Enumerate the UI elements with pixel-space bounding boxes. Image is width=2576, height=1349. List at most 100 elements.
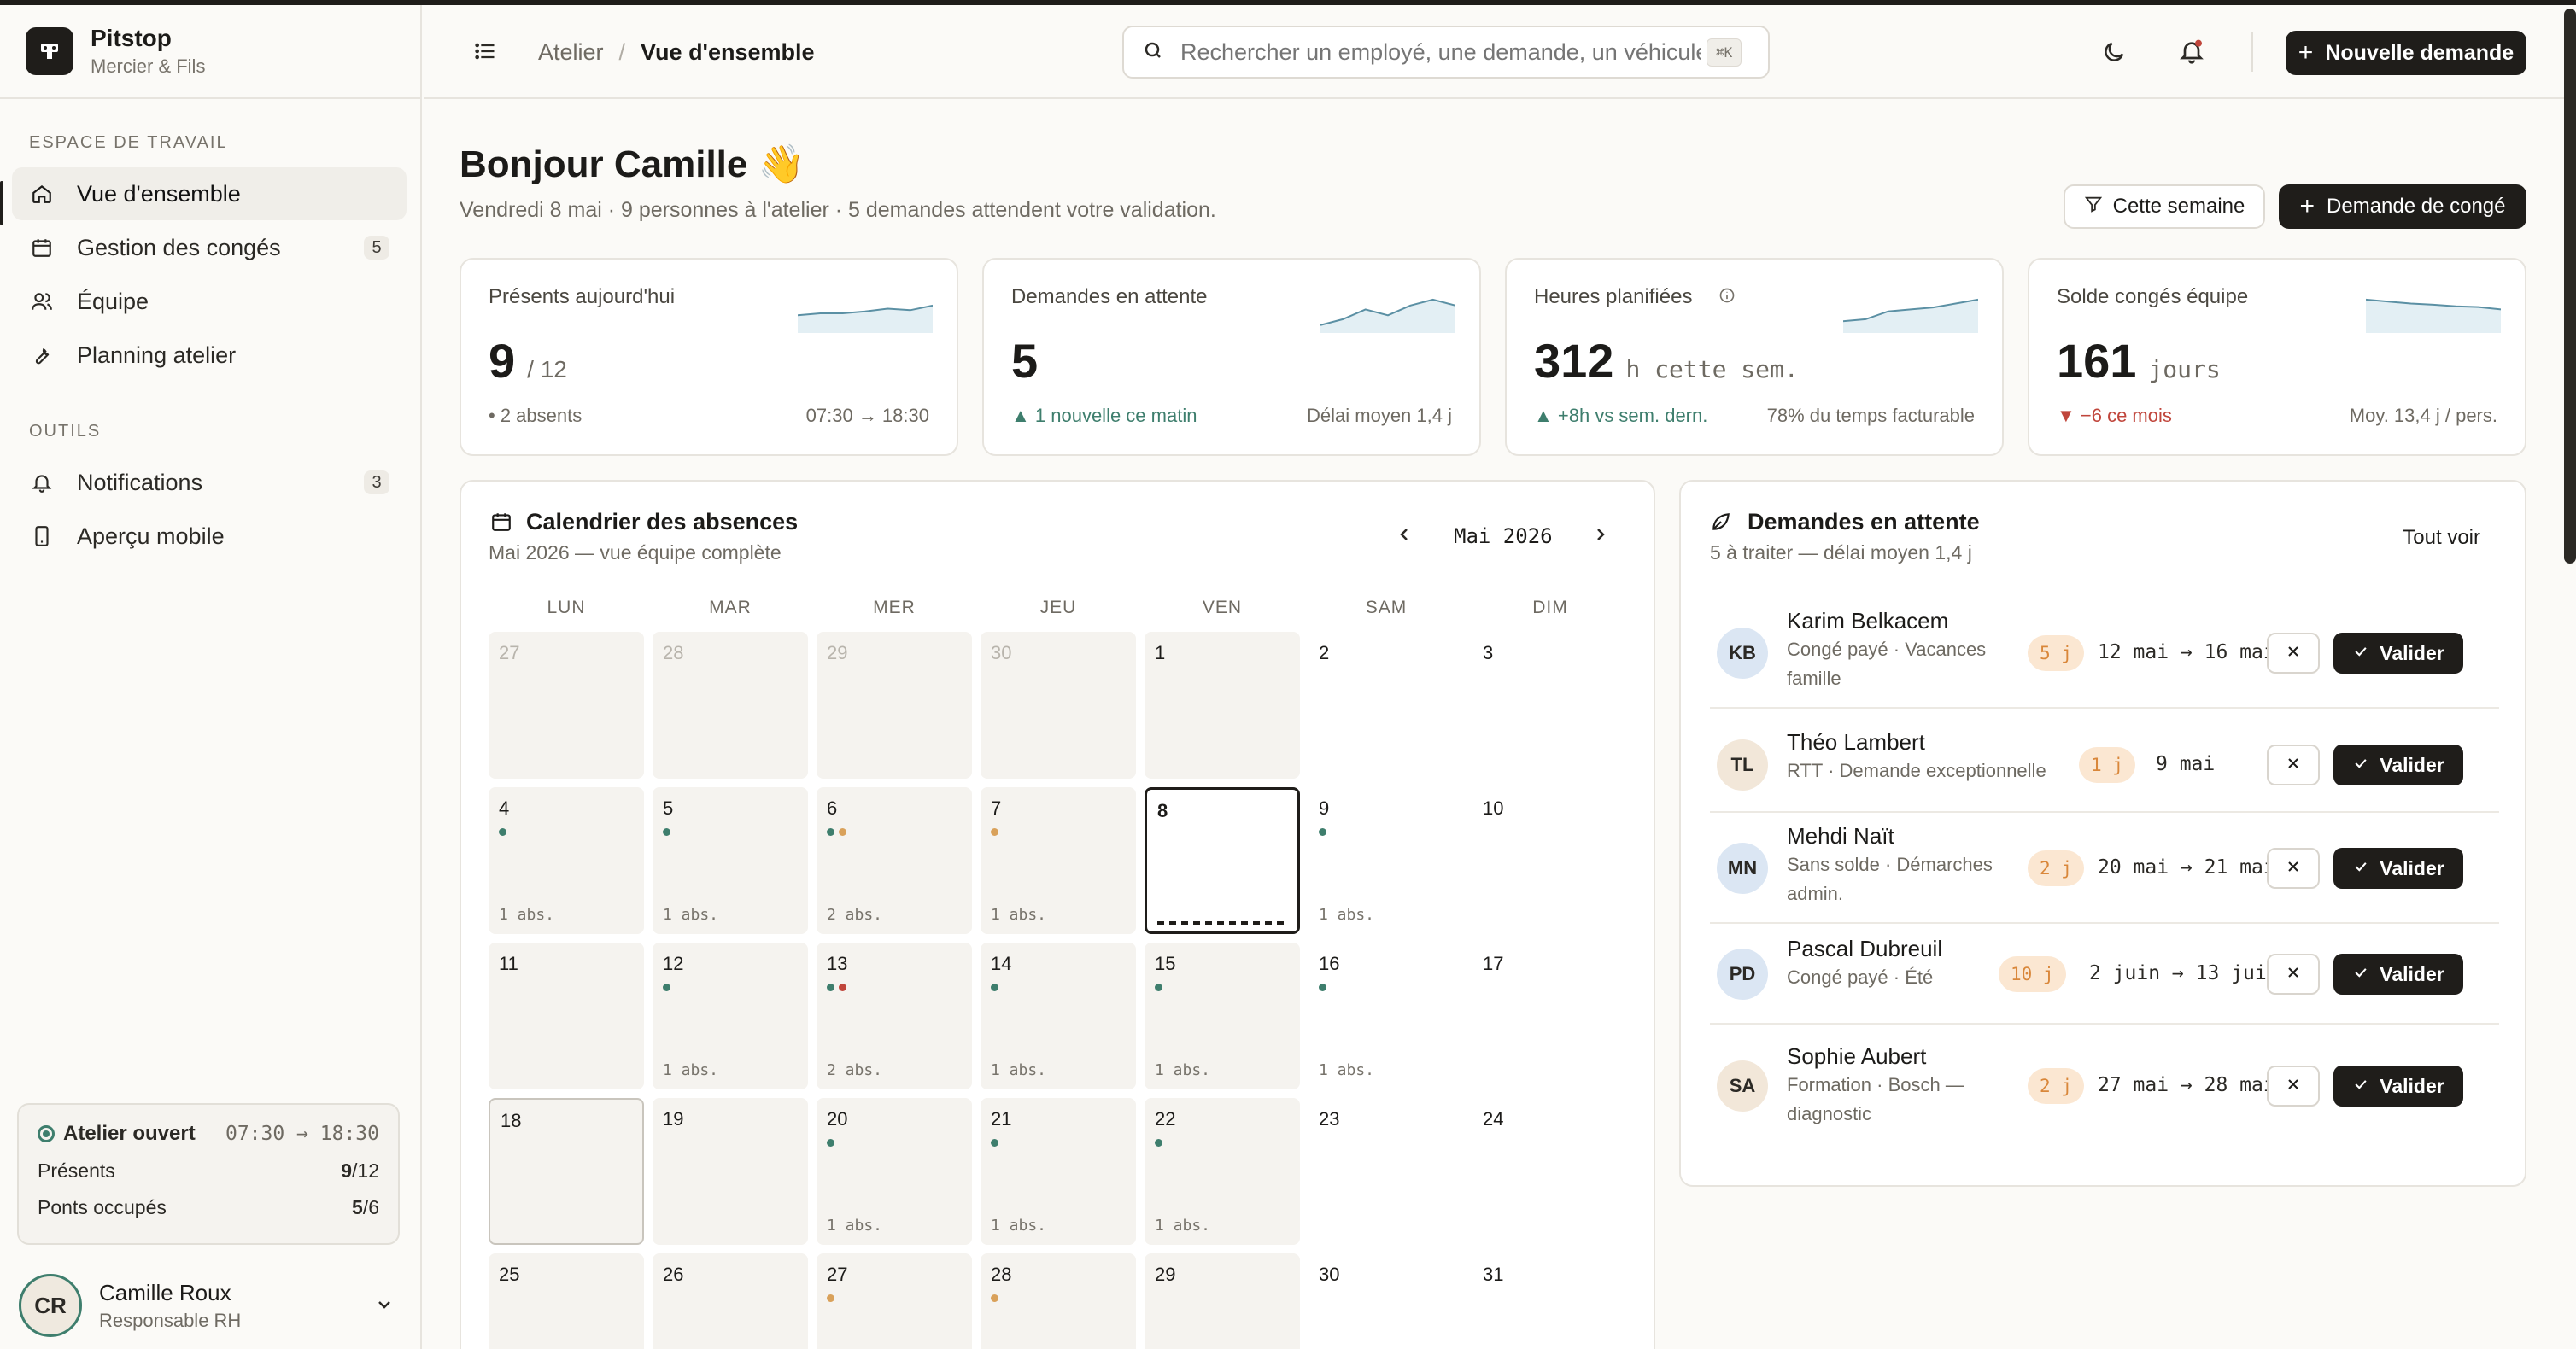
kpi-value: 5 <box>1011 334 1039 388</box>
calendar-day[interactable]: 30 <box>1308 1253 1464 1349</box>
calendar-day[interactable]: 28 <box>653 632 808 779</box>
calendar-day[interactable]: 29 <box>1145 1253 1300 1349</box>
absence-dots <box>991 1294 1126 1302</box>
breadcrumb-parent[interactable]: Atelier <box>538 39 604 66</box>
info-icon[interactable] <box>1718 287 1736 308</box>
day-number: 31 <box>1483 1264 1504 1285</box>
days-pill: 1 j <box>2079 747 2135 783</box>
leave-type: Sans solde · Démarches admin. <box>1787 854 1993 904</box>
chevron-down-icon[interactable] <box>374 1294 395 1319</box>
filter-label: Cette semaine <box>2112 195 2245 218</box>
calendar-day[interactable]: 15 1 abs. <box>1145 943 1300 1089</box>
calendar-day[interactable]: 5 1 abs. <box>653 787 808 934</box>
see-all-link[interactable]: Tout voir <box>2403 526 2480 550</box>
scrollbar[interactable] <box>2564 9 2576 564</box>
calendar-day[interactable]: 4 1 abs. <box>489 787 644 934</box>
kpi-value-wrap: 5 <box>1011 333 1050 388</box>
dark-mode-icon[interactable] <box>2101 39 2127 69</box>
calendar-day[interactable]: 26 <box>653 1253 808 1349</box>
absence-dot <box>991 1294 998 1302</box>
calendar-day[interactable]: 6 2 abs. <box>817 787 972 934</box>
breadcrumb-separator: / <box>618 39 626 65</box>
leave-type: RTT · Demande exceptionnelle <box>1787 760 2046 781</box>
calendar-day[interactable]: 12 1 abs. <box>653 943 808 1089</box>
employee-name: Théo Lambert <box>1787 729 1925 755</box>
menu-toggle-icon[interactable] <box>473 39 497 67</box>
calendar-day[interactable]: 1 <box>1145 632 1300 779</box>
sidebar-item-label: Aperçu mobile <box>77 523 225 549</box>
reject-button[interactable] <box>2267 633 2320 674</box>
calendar-day[interactable]: 16 1 abs. <box>1308 943 1464 1089</box>
calendar-day[interactable]: 18 <box>489 1098 644 1245</box>
reject-button[interactable] <box>2267 745 2320 785</box>
notification-bell-icon[interactable] <box>2178 38 2205 69</box>
close-icon <box>2285 1076 2302 1097</box>
day-number: 16 <box>1319 953 1340 974</box>
validate-label: Valider <box>2380 856 2444 879</box>
calendar-day[interactable]: 3 <box>1472 632 1628 779</box>
calendar-day[interactable]: 7 1 abs. <box>981 787 1136 934</box>
prev-month-icon[interactable] <box>1394 524 1414 549</box>
home-icon <box>29 181 55 207</box>
week-filter-button[interactable]: Cette semaine <box>2064 184 2265 229</box>
reject-button[interactable] <box>2267 1066 2320 1107</box>
calendar-day[interactable]: 29 <box>817 632 972 779</box>
sidebar-item-team[interactable]: Équipe <box>12 275 407 328</box>
kpi-value: 312 <box>1534 334 1614 388</box>
calendar-day[interactable]: 28 <box>981 1253 1136 1349</box>
user-menu[interactable]: CR Camille Roux Responsable RH <box>19 1267 403 1344</box>
calendar-day[interactable]: 20 1 abs. <box>817 1098 972 1245</box>
calendar-day[interactable]: 19 <box>653 1098 808 1245</box>
calendar-day[interactable]: 10 <box>1472 787 1628 934</box>
calendar-day[interactable]: 30 <box>981 632 1136 779</box>
calendar-day[interactable]: 11 <box>489 943 644 1089</box>
calendar-day[interactable]: 27 <box>489 632 644 779</box>
calendar-day[interactable]: 23 <box>1308 1098 1464 1245</box>
sidebar-item-leave-management[interactable]: Gestion des congés 5 <box>12 221 407 274</box>
sidebar-item-overview[interactable]: Vue d'ensemble <box>12 167 407 220</box>
requests-title: Demandes en attente <box>1748 509 1980 534</box>
search-shortcut: ⌘K <box>1707 38 1742 67</box>
pending-requests-panel: Demandes en attente 5 à traiter — délai … <box>1679 480 2526 1187</box>
next-month-icon[interactable] <box>1590 524 1611 549</box>
search-bar[interactable]: ⌘K <box>1122 26 1770 79</box>
validate-button[interactable]: Valider <box>2333 848 2463 889</box>
reject-button[interactable] <box>2267 954 2320 995</box>
leave-request-button[interactable]: + Demande de congé <box>2279 184 2526 229</box>
absence-dots <box>827 984 962 991</box>
calendar-day[interactable]: 22 1 abs. <box>1145 1098 1300 1245</box>
calendar-day[interactable]: 17 <box>1472 943 1628 1089</box>
validate-button[interactable]: Valider <box>2333 745 2463 785</box>
calendar-day[interactable]: 9 1 abs. <box>1308 787 1464 934</box>
check-icon <box>2352 963 2369 986</box>
calendar-day[interactable]: 25 <box>489 1253 644 1349</box>
validate-button[interactable]: Valider <box>2333 954 2463 995</box>
calendar-day[interactable]: 27 <box>817 1253 972 1349</box>
sidebar-item-notifications[interactable]: Notifications 3 <box>12 456 407 509</box>
calendar-day[interactable]: 24 <box>1472 1098 1628 1245</box>
kpi-card[interactable]: Demandes en attente 5 ▲ 1 nouvelle ce mati… <box>982 258 1481 456</box>
kpi-card[interactable]: Présents aujourd'hui 9/ 12 • 2 absents 07:3… <box>460 258 958 456</box>
close-icon <box>2285 755 2302 776</box>
kpi-card[interactable]: Solde congés équipe 161 jours ▼ −6 ce mois M… <box>2028 258 2526 456</box>
calendar-day[interactable]: 14 1 abs. <box>981 943 1136 1089</box>
sparkline-area <box>1320 299 1455 333</box>
brand[interactable]: Pitstop Mercier & Fils <box>0 5 420 99</box>
new-request-button[interactable]: + Nouvelle demande <box>2286 31 2526 75</box>
calendar-day[interactable]: 2 <box>1308 632 1464 779</box>
validate-button[interactable]: Valider <box>2333 633 2463 674</box>
search-input[interactable] <box>1180 38 1701 66</box>
day-number: 25 <box>499 1264 520 1285</box>
sidebar-item-mobile-preview[interactable]: Aperçu mobile <box>12 510 407 563</box>
calendar-day[interactable]: 13 2 abs. <box>817 943 972 1089</box>
validate-button[interactable]: Valider <box>2333 1066 2463 1107</box>
calendar-day-today[interactable]: 8 <box>1145 787 1300 934</box>
day-number: 20 <box>827 1108 848 1130</box>
sidebar-item-workshop-planning[interactable]: Planning atelier <box>12 329 407 382</box>
calendar-day[interactable]: 21 1 abs. <box>981 1098 1136 1245</box>
reject-button[interactable] <box>2267 848 2320 889</box>
check-icon <box>2352 857 2369 880</box>
calendar-day[interactable]: 31 <box>1472 1253 1628 1349</box>
sparkline-chart <box>798 304 933 333</box>
kpi-card[interactable]: Heures planifiées 312 h cette sem. ▲ +8h vs… <box>1505 258 2004 456</box>
